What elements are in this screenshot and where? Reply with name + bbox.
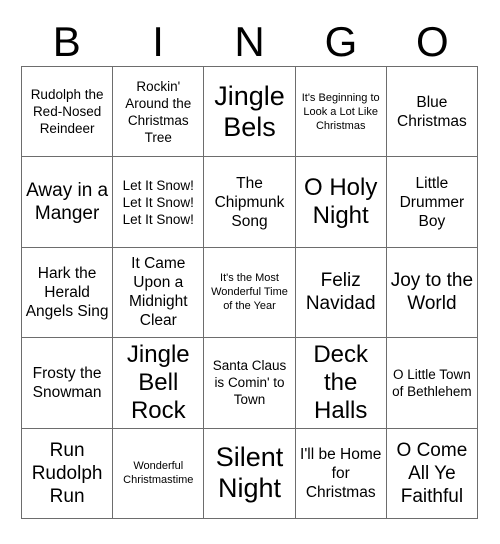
bingo-cell[interactable]: Wonderful Christmastime <box>113 428 205 519</box>
bingo-cell-label: Hark the Herald Angels Sing <box>25 264 109 320</box>
bingo-cell[interactable]: Hark the Herald Angels Sing <box>22 247 114 339</box>
bingo-cell[interactable]: Run Rudolph Run <box>22 428 114 519</box>
bingo-cell-label: O Little Town of Bethlehem <box>392 366 472 399</box>
bingo-cell[interactable]: Joy to the World <box>386 247 478 339</box>
bingo-cell[interactable]: O Holy Night <box>295 157 387 248</box>
bingo-header-letter-i: I <box>152 18 164 65</box>
bingo-cell-label: Run Rudolph Run <box>31 439 103 507</box>
bingo-cell-label: Rudolph the Red-Nosed Reindeer <box>30 87 104 137</box>
bingo-card: B I N G O Rudolph the Red-Nosed Reindeer… <box>0 0 500 544</box>
bingo-header-letter-g: G <box>324 18 358 65</box>
bingo-cell[interactable]: Feliz Navidad <box>295 247 387 339</box>
bingo-cell[interactable]: Deck the Halls <box>295 338 387 429</box>
bingo-cell-label: It's Beginning to Look a Lot Like Christ… <box>301 91 380 132</box>
bingo-cell-label: Deck the Halls <box>313 340 369 424</box>
bingo-cell[interactable]: Frosty the Snowman <box>22 338 114 429</box>
bingo-cell[interactable]: Blue Christmas <box>386 67 478 158</box>
bingo-cell-label: O Holy Night <box>304 174 378 230</box>
bingo-cell-label: Blue Christmas <box>397 93 467 130</box>
bingo-header-letter-o: O <box>415 18 449 65</box>
bingo-cell[interactable]: The Chipmunk Song <box>204 157 296 248</box>
bingo-cell[interactable]: It's Beginning to Look a Lot Like Christ… <box>295 67 387 158</box>
bingo-grid: Rudolph the Red-Nosed Reindeer Rockin' Ar… <box>21 66 478 519</box>
bingo-cell[interactable]: Jingle Bell Rock <box>113 338 205 429</box>
bingo-cell-label: The Chipmunk Song <box>214 174 285 230</box>
bingo-cell[interactable]: Little Drummer Boy <box>386 157 478 248</box>
bingo-cell[interactable]: It Came Upon a Midnight Clear <box>113 247 205 339</box>
bingo-cell[interactable]: Santa Claus is Comin' to Town <box>204 338 296 429</box>
bingo-cell[interactable]: O Come All Ye Faithful <box>386 428 478 519</box>
bingo-cell[interactable]: Jingle Bels <box>204 67 296 158</box>
bingo-cell-label: I'll be Home for Christmas <box>300 445 382 501</box>
bingo-cell[interactable]: Let It Snow! Let It Snow! Let It Snow! <box>113 157 205 248</box>
bingo-cell[interactable]: Silent Night <box>204 428 296 519</box>
bingo-cell-label: O Come All Ye Faithful <box>396 439 468 507</box>
bingo-header-letter-b: B <box>52 18 81 65</box>
bingo-cell-label: Away in a Manger <box>26 180 109 225</box>
bingo-cell-label: Silent Night <box>215 442 284 504</box>
bingo-cell[interactable]: Rudolph the Red-Nosed Reindeer <box>22 67 114 158</box>
bingo-cell[interactable]: I'll be Home for Christmas <box>295 428 387 519</box>
bingo-cell-label: It Came Upon a Midnight Clear <box>128 255 188 330</box>
bingo-cell-label: Let It Snow! Let It Snow! Let It Snow! <box>122 177 194 227</box>
bingo-cell-label: Jingle Bels <box>214 80 285 142</box>
bingo-header-row: B I N G O <box>21 18 478 66</box>
bingo-cell-label: It's the Most Wonderful Time of the Year <box>211 272 288 313</box>
bingo-cell[interactable]: O Little Town of Bethlehem <box>386 338 478 429</box>
bingo-cell-label: Wonderful Christmastime <box>123 460 194 487</box>
bingo-cell[interactable]: Away in a Manger <box>22 157 114 248</box>
bingo-cell-label: Little Drummer Boy <box>399 174 465 230</box>
bingo-cell-label: Rockin' Around the Christmas Tree <box>125 78 192 145</box>
bingo-cell-label: Joy to the World <box>390 270 474 315</box>
bingo-cell-label: Santa Claus is Comin' to Town <box>212 358 287 408</box>
bingo-cell[interactable]: It's the Most Wonderful Time of the Year <box>204 247 296 339</box>
bingo-cell-label: Jingle Bell Rock <box>126 340 190 424</box>
bingo-cell[interactable]: Rockin' Around the Christmas Tree <box>113 67 205 158</box>
bingo-cell-label: Feliz Navidad <box>305 270 376 315</box>
bingo-header-letter-n: N <box>234 18 265 65</box>
bingo-cell-label: Frosty the Snowman <box>32 364 102 401</box>
